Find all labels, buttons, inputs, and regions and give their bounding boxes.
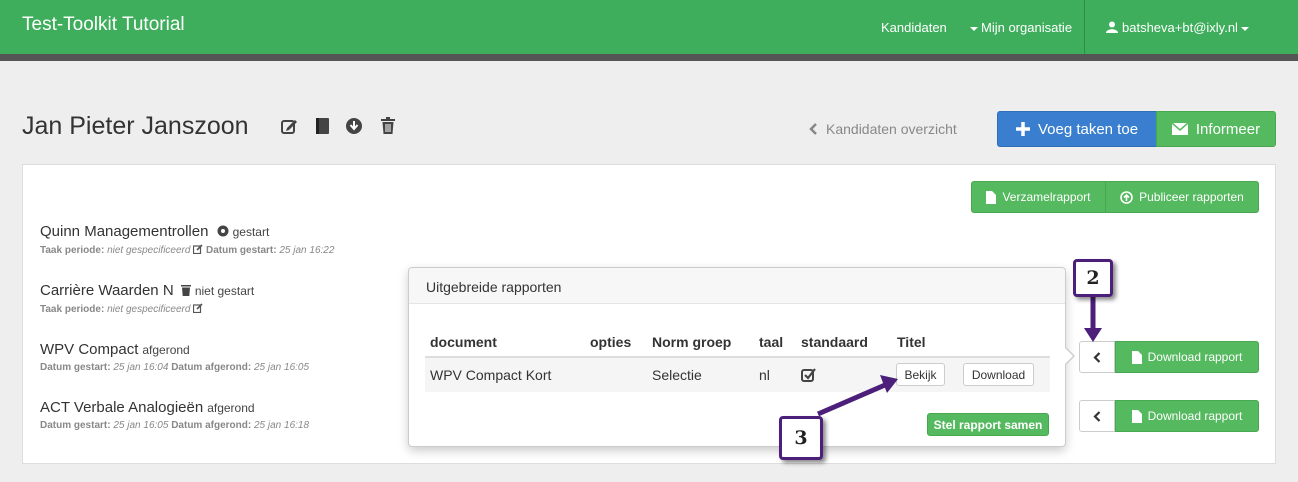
publish-reports-button[interactable]: Publiceer rapporten	[1105, 181, 1259, 213]
view-button[interactable]: Bekijk	[896, 363, 945, 386]
download-circle-icon[interactable]	[345, 117, 363, 135]
meta-value: niet gespecificeerd	[107, 245, 191, 256]
download-report-button[interactable]: Download rapport	[1115, 341, 1259, 373]
task-meta: Taak periode: niet gespecificeerd Datum …	[40, 244, 334, 256]
column-header-document: document	[430, 334, 497, 350]
envelope-icon	[1171, 123, 1188, 135]
candidate-name: Jan Pieter Janszoon	[22, 112, 249, 140]
trash-icon[interactable]	[379, 117, 397, 135]
popover-header: Uitgebreide rapporten	[409, 268, 1065, 304]
edit-icon[interactable]	[280, 117, 298, 135]
task-title: WPV Compact afgerond	[40, 341, 190, 358]
meta-value: 25 jan 16:05	[113, 420, 169, 431]
meta-value: 25 jan 16:05	[253, 362, 310, 373]
upload-circle-icon	[1120, 190, 1133, 204]
task-status: gestart	[232, 225, 270, 239]
brand-link[interactable]: Test-Toolkit Tutorial	[22, 14, 185, 36]
popover-title: Uitgebreide rapporten	[426, 279, 562, 295]
meta-value: niet gespecificeerd	[107, 304, 191, 315]
edit-icon[interactable]	[193, 303, 203, 314]
trash-icon	[180, 285, 191, 296]
collect-report-label: Verzamelrapport	[1002, 190, 1091, 204]
task-name: Quinn Managementrollen	[40, 223, 209, 240]
meta-label: Datum afgerond:	[171, 362, 252, 373]
top-navbar: Test-Toolkit Tutorial Kandidaten Mijn or…	[0, 0, 1298, 54]
caret-down-icon	[970, 26, 978, 31]
back-link-label: Kandidaten overzicht	[826, 121, 957, 137]
add-tasks-label: Voeg taken toe	[1037, 120, 1139, 138]
download-button[interactable]: Download	[963, 363, 1034, 386]
nav-divider	[1084, 0, 1085, 54]
nav-user-dropdown[interactable]: batsheva+bt@ixly.nl	[1106, 20, 1252, 35]
column-header-opties: opties	[590, 334, 632, 350]
file-icon	[1131, 350, 1142, 364]
task-name: ACT Verbale Analogieën	[40, 399, 204, 416]
navbar-bottom-bar	[0, 54, 1298, 61]
inform-button[interactable]: Informeer	[1156, 111, 1276, 147]
meta-label: Datum afgerond:	[171, 420, 252, 431]
user-icon	[1106, 21, 1118, 33]
publish-reports-label: Publiceer rapporten	[1139, 190, 1244, 204]
meta-label: Taak periode:	[40, 245, 105, 256]
column-header-taal: taal	[759, 334, 784, 350]
file-icon	[1131, 409, 1142, 423]
task-title: Carrière Waarden N niet gestart	[40, 282, 254, 299]
edit-icon[interactable]	[193, 244, 203, 255]
nav-user-label: batsheva+bt@ixly.nl	[1122, 20, 1238, 35]
task-name: Carrière Waarden N	[40, 282, 174, 299]
inform-label: Informeer	[1195, 120, 1261, 138]
file-icon	[986, 190, 997, 204]
meta-value: 25 jan 16:18	[253, 420, 310, 431]
gear-icon	[217, 225, 229, 237]
task-name: WPV Compact	[40, 341, 139, 358]
chevron-left-icon	[1093, 410, 1101, 422]
task-title: Quinn Managementrollen gestart	[40, 223, 269, 240]
checkbox-checked-icon[interactable]	[801, 367, 816, 382]
download-report-label: Download rapport	[1147, 409, 1243, 423]
meta-label: Taak periode:	[40, 304, 105, 315]
collect-report-button[interactable]: Verzamelrapport	[971, 181, 1106, 213]
download-report-button[interactable]: Download rapport	[1115, 400, 1259, 432]
column-header-titel: Titel	[897, 334, 926, 350]
meta-label: Datum gestart:	[206, 245, 277, 256]
task-status: niet gestart	[194, 284, 255, 298]
meta-label: Datum gestart:	[40, 420, 111, 431]
back-to-candidates-link[interactable]: Kandidaten overzicht	[808, 121, 957, 137]
chevron-left-icon	[809, 123, 817, 135]
step-callout-2: 2	[1073, 259, 1113, 297]
task-status: afgerond	[142, 343, 190, 357]
step-callout-3: 3	[779, 416, 823, 460]
book-icon[interactable]	[313, 117, 331, 135]
nav-organisatie-dropdown[interactable]: Mijn organisatie	[967, 20, 1072, 35]
cell-document: WPV Compact Kort	[430, 367, 552, 383]
task-meta: Datum gestart: 25 jan 16:04 Datum afgero…	[40, 362, 309, 373]
download-report-label: Download rapport	[1147, 350, 1243, 364]
caret-down-icon	[1240, 26, 1249, 31]
meta-value: 25 jan 16:04	[113, 362, 169, 373]
task-title: ACT Verbale Analogieën afgerond	[40, 399, 255, 416]
meta-label: Datum gestart:	[40, 362, 111, 373]
nav-organisatie-label: Mijn organisatie	[981, 20, 1073, 35]
meta-value: 25 jan 16:22	[279, 245, 335, 256]
plus-icon	[1015, 122, 1030, 136]
cell-norm-groep: Selectie	[652, 367, 702, 383]
toggle-reports-button[interactable]	[1079, 400, 1115, 432]
task-status: afgerond	[207, 401, 255, 415]
task-meta: Datum gestart: 25 jan 16:05 Datum afgero…	[40, 420, 309, 431]
cell-taal: nl	[759, 367, 770, 383]
popover-arrow-inner	[1064, 347, 1073, 365]
task-meta: Taak periode: niet gespecificeerd	[40, 303, 203, 315]
nav-kandidaten[interactable]: Kandidaten	[881, 20, 947, 35]
column-header-norm-groep: Norm groep	[652, 334, 732, 350]
toggle-reports-button[interactable]	[1079, 341, 1115, 373]
column-header-standaard: standaard	[801, 334, 868, 350]
add-tasks-button[interactable]: Voeg taken toe	[997, 111, 1157, 147]
compose-report-button[interactable]: Stel rapport samen	[927, 413, 1049, 436]
chevron-left-icon	[1093, 351, 1101, 363]
